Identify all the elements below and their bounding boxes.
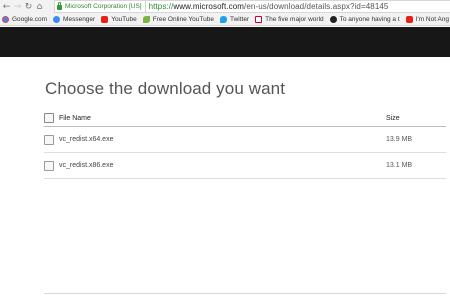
bookmarks-bar: Google.com Messenger YouTube Free Online…	[0, 13, 450, 26]
url-path: /en-us/download/details.aspx?id=48145	[244, 2, 389, 11]
messenger-icon	[53, 15, 61, 23]
table-row[interactable]: vc_redist.x64.exe 13.9 MB	[44, 127, 446, 153]
youtube-icon	[405, 15, 413, 23]
leaf-icon	[142, 15, 150, 23]
url-scheme: https://	[148, 2, 174, 11]
bookmark-free-online-youtube[interactable]: Free Online YouTube	[142, 13, 214, 25]
reload-icon[interactable]: ↻	[23, 0, 34, 13]
select-all-checkbox[interactable]	[44, 113, 54, 123]
url-text[interactable]: https://www.microsoft.com/en-us/download…	[149, 2, 389, 11]
bookmark-google[interactable]: Google.com	[2, 13, 48, 25]
security-indicator[interactable]: Microsoft Corporation [US]	[57, 1, 146, 12]
address-bar[interactable]: Microsoft Corporation [US] https://www.m…	[54, 0, 450, 13]
column-header-file-name: File Name	[59, 114, 91, 122]
bookmark-messenger[interactable]: Messenger	[53, 13, 96, 25]
file-size: 13.9 MB	[386, 136, 413, 143]
file-name: vc_redist.x64.exe	[59, 136, 114, 143]
lock-icon	[57, 2, 62, 10]
file-name: vc_redist.x86.exe	[59, 162, 114, 169]
site-header	[0, 27, 450, 57]
bookmark-label: Google.com	[12, 15, 48, 23]
bookmark-label: Twitter	[229, 15, 250, 23]
bookmark-twitter[interactable]: Twitter	[219, 13, 250, 25]
bookmark-label: YouTube	[111, 15, 137, 23]
file-checkbox[interactable]	[44, 160, 54, 171]
forward-arrow-icon[interactable]: →	[12, 0, 23, 13]
download-table: File Name Size vc_redist.x64.exe 13.9 MB…	[44, 110, 446, 179]
google-icon	[2, 15, 9, 23]
bookmark-label: I'm Not Ang	[415, 15, 450, 23]
bookmark-label: Free Online YouTube	[152, 15, 214, 23]
youtube-icon	[101, 15, 109, 23]
bookmark-label: To anyone having a t	[339, 15, 400, 23]
bookmark-im-not[interactable]: I'm Not Ang	[405, 13, 450, 25]
column-header-size: Size	[386, 114, 400, 122]
twitter-icon	[219, 15, 227, 23]
bookmark-to-anyone[interactable]: To anyone having a t	[329, 13, 400, 25]
swirl-icon	[329, 15, 337, 23]
table-header: File Name Size	[44, 110, 446, 127]
bookmark-five-major-world[interactable]: The five major world	[255, 13, 324, 25]
footer-divider	[44, 293, 446, 294]
file-checkbox[interactable]	[44, 134, 54, 145]
page-title: Choose the download you want	[45, 79, 286, 98]
url-host: www.microsoft.com	[173, 2, 245, 11]
file-size: 13.1 MB	[386, 162, 413, 169]
bookmark-label: Messenger	[63, 15, 96, 23]
back-arrow-icon[interactable]: ←	[1, 0, 12, 13]
home-icon[interactable]: ⌂	[34, 0, 45, 13]
bookmark-youtube[interactable]: YouTube	[101, 13, 137, 25]
news-icon	[255, 15, 263, 23]
table-row[interactable]: vc_redist.x86.exe 13.1 MB	[44, 153, 446, 179]
bookmark-label: The five major world	[265, 15, 324, 23]
address-toolbar: ← → ↻ ⌂ Microsoft Corporation [US] https…	[0, 0, 450, 13]
certificate-owner: Microsoft Corporation [US]	[65, 3, 142, 10]
